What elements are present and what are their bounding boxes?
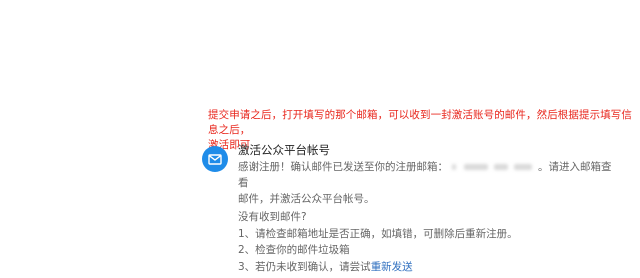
help-item-1: 1、请检查邮箱地址是否正确，如填错，可删除后重新注册。 [238,227,518,240]
help-item-3-text: 3、若仍未收到确认，请尝试 [238,260,371,273]
annotation-line-1: 提交申请之后，打开填写的那个邮箱，可以收到一封激活账号的邮件，然后根据提示填写信… [208,109,632,136]
help-item-3: 3、若仍未收到确认，请尝试重新发送 [238,259,518,276]
card-body: 感谢注册！确认邮件已发送至你的注册邮箱： 。请进入邮箱查看 邮件，并激活公众平台帐… [238,159,618,207]
card-body-line-1: 感谢注册！确认邮件已发送至你的注册邮箱： 。请进入邮箱查看 [238,159,618,191]
help-title: 没有收到邮件? [238,211,307,223]
activation-page: 提交申请之后，打开填写的那个邮箱，可以收到一封激活账号的邮件，然后根据提示填写信… [0,0,640,278]
mail-icon [202,146,228,172]
help-item-2: 2、检查你的邮件垃圾箱 [238,244,350,256]
redacted-email [450,162,536,172]
card-body-prefix: 感谢注册！确认邮件已发送至你的注册邮箱： [238,161,448,173]
help-section: 没有收到邮件? 1、请检查邮箱地址是否正确，如填错，可删除后重新注册。 2、检查… [238,209,518,275]
card-title: 激活公众平台帐号 [238,143,330,157]
resend-link[interactable]: 重新发送 [371,261,413,273]
card-body-line-2: 邮件，并激活公众平台帐号。 [238,193,375,205]
